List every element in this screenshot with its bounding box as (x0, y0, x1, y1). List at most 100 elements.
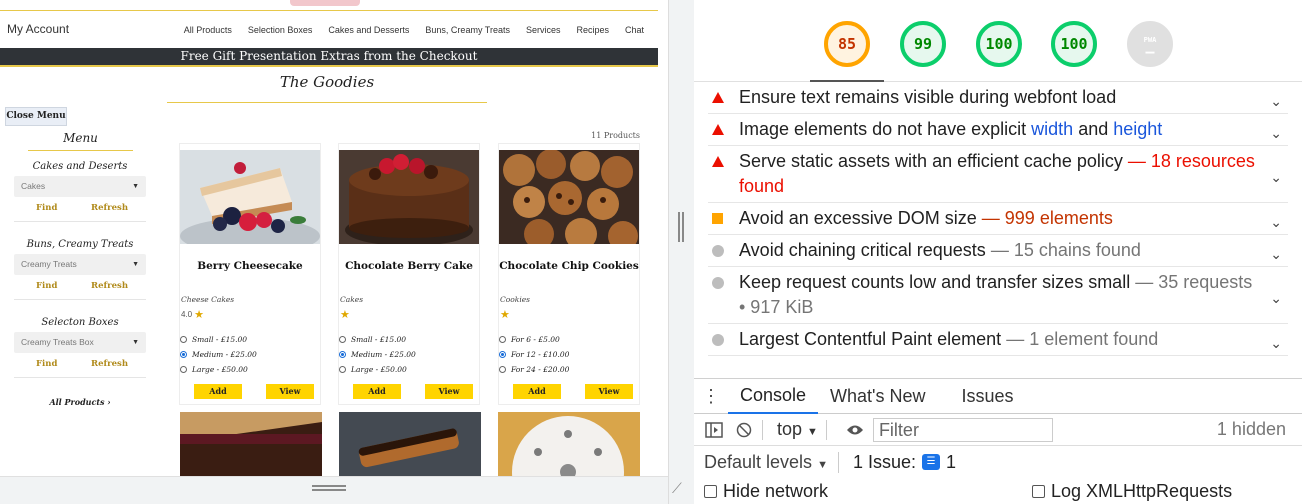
radio-icon[interactable] (499, 336, 506, 343)
size-option[interactable]: For 6 - £5.00 (499, 332, 569, 347)
caret-down-icon: ▼ (132, 183, 139, 190)
chevron-down-icon[interactable]: ⌄ (1270, 286, 1282, 311)
console-filter-input[interactable]: Filter (872, 417, 1053, 442)
promo-banner: Free Gift Presentation Extras from the C… (0, 48, 658, 65)
radio-icon[interactable] (499, 366, 506, 373)
log-xhr-checkbox[interactable] (1032, 484, 1045, 498)
audit-item[interactable]: Avoid chaining critical requests — 15 ch… (708, 235, 1288, 267)
audit-item[interactable]: Ensure text remains visible during webfo… (708, 82, 1288, 114)
size-option[interactable]: Large - £50.00 (339, 362, 416, 377)
product-image-partial[interactable] (498, 412, 640, 476)
caret-down-icon: ▼ (807, 426, 818, 438)
chevron-down-icon[interactable]: ⌄ (1270, 165, 1282, 190)
vertical-resize-gutter[interactable] (668, 0, 694, 504)
product-image[interactable] (499, 150, 639, 244)
audit-item[interactable]: Avoid an excessive DOM size — 999 elemen… (708, 203, 1288, 235)
filter-select[interactable]: Creamy Treats Box ▼ (14, 332, 146, 353)
context-selector[interactable]: top ▼ (777, 419, 818, 440)
log-levels-dropdown[interactable]: Default levels ▼ (704, 452, 828, 473)
option-label: For 6 - £5.00 (511, 335, 560, 344)
radio-icon[interactable] (339, 366, 346, 373)
product-name[interactable]: Berry Cheesecake (180, 260, 320, 272)
size-option[interactable]: For 12 - £10.00 (499, 347, 569, 362)
chevron-down-icon[interactable]: ⌄ (1270, 121, 1282, 146)
nav-cakes-desserts[interactable]: Cakes and Desserts (328, 25, 409, 35)
nav-all-products[interactable]: All Products (184, 25, 232, 35)
info-circle-icon (712, 277, 724, 289)
sidebar-toggle-icon[interactable] (704, 421, 724, 439)
best-practices-gauge[interactable]: 100 (976, 21, 1022, 67)
size-option[interactable]: Small - £15.00 (180, 332, 257, 347)
chevron-down-icon[interactable]: ⌄ (1270, 331, 1282, 356)
clear-console-icon[interactable] (734, 421, 754, 439)
find-button[interactable]: Find (36, 281, 57, 291)
product-name[interactable]: Chocolate Berry Cake (339, 260, 479, 272)
refresh-button[interactable]: Refresh (91, 203, 128, 213)
radio-icon[interactable] (339, 336, 346, 343)
drag-handle-icon[interactable] (678, 212, 684, 242)
product-image-partial[interactable] (180, 412, 322, 476)
radio-selected-icon[interactable] (499, 351, 506, 358)
filter-select[interactable]: Creamy Treats ▼ (14, 254, 146, 275)
radio-icon[interactable] (180, 336, 187, 343)
my-account-link[interactable]: My Account (7, 22, 69, 36)
eye-icon[interactable] (845, 421, 865, 439)
radio-selected-icon[interactable] (180, 351, 187, 358)
horizontal-resize-bar[interactable] (0, 476, 668, 504)
seo-gauge[interactable]: 100 (1051, 21, 1097, 67)
audit-item[interactable]: Keep request counts low and transfer siz… (708, 267, 1288, 324)
tab-issues[interactable]: Issues (950, 379, 1026, 413)
all-products-link[interactable]: All Products › (30, 397, 130, 407)
product-rating: ★ (340, 308, 350, 321)
product-image[interactable] (180, 150, 320, 244)
average-square-icon (712, 213, 723, 224)
find-button[interactable]: Find (36, 203, 57, 213)
nav-recipes[interactable]: Recipes (576, 25, 609, 35)
product-image-partial[interactable] (339, 412, 481, 476)
performance-gauge[interactable]: 85 (824, 21, 870, 67)
more-options-icon[interactable]: ⋮ (694, 386, 728, 407)
size-option[interactable]: Large - £50.00 (180, 362, 257, 377)
logo-partial (290, 0, 360, 6)
nav-selection-boxes[interactable]: Selection Boxes (248, 25, 313, 35)
close-menu-button[interactable]: Close Menu (5, 107, 67, 126)
nav-services[interactable]: Services (526, 25, 561, 35)
add-button[interactable]: Add (513, 384, 561, 399)
product-rating: 4.0 ★ (181, 308, 204, 321)
refresh-button[interactable]: Refresh (91, 359, 128, 369)
size-option[interactable]: Small - £15.00 (339, 332, 416, 347)
issues-button[interactable]: 1 Issue: ☰ 1 (837, 451, 956, 473)
size-option[interactable]: Medium - £25.00 (180, 347, 257, 362)
tab-whats-new[interactable]: What's New (818, 379, 937, 413)
view-button[interactable]: View (585, 384, 633, 399)
audit-item[interactable]: Image elements do not have explicit widt… (708, 114, 1288, 146)
divider (14, 299, 146, 300)
chevron-down-icon[interactable]: ⌄ (1270, 89, 1282, 114)
radio-icon[interactable] (180, 366, 187, 373)
radio-selected-icon[interactable] (339, 351, 346, 358)
product-image[interactable] (339, 150, 479, 244)
accessibility-gauge[interactable]: 99 (900, 21, 946, 67)
resize-corner-icon[interactable]: ⟋ (672, 480, 682, 497)
add-button[interactable]: Add (353, 384, 401, 399)
product-name[interactable]: Chocolate Chip Cookies (499, 260, 639, 272)
audit-title: Largest Contentful Paint element (739, 329, 1002, 349)
size-option[interactable]: For 24 - £20.00 (499, 362, 569, 377)
view-button[interactable]: View (266, 384, 314, 399)
chevron-down-icon[interactable]: ⌄ (1270, 242, 1282, 267)
refresh-button[interactable]: Refresh (91, 281, 128, 291)
add-button[interactable]: Add (194, 384, 242, 399)
hide-network-checkbox[interactable] (704, 484, 717, 498)
tab-console[interactable]: Console (728, 378, 819, 414)
nav-buns-creamy[interactable]: Buns, Creamy Treats (425, 25, 510, 35)
nav-chat[interactable]: Chat (625, 25, 644, 35)
chevron-down-icon[interactable]: ⌄ (1270, 210, 1282, 235)
audit-item[interactable]: Largest Contentful Paint element — 1 ele… (708, 324, 1288, 356)
find-button[interactable]: Find (36, 359, 57, 369)
filter-select[interactable]: Cakes ▼ (14, 176, 146, 197)
pwa-gauge[interactable]: PWA – (1127, 21, 1173, 67)
drag-handle-icon[interactable] (312, 485, 346, 491)
view-button[interactable]: View (425, 384, 473, 399)
size-option[interactable]: Medium - £25.00 (339, 347, 416, 362)
audit-item[interactable]: Serve static assets with an efficient ca… (708, 146, 1288, 203)
